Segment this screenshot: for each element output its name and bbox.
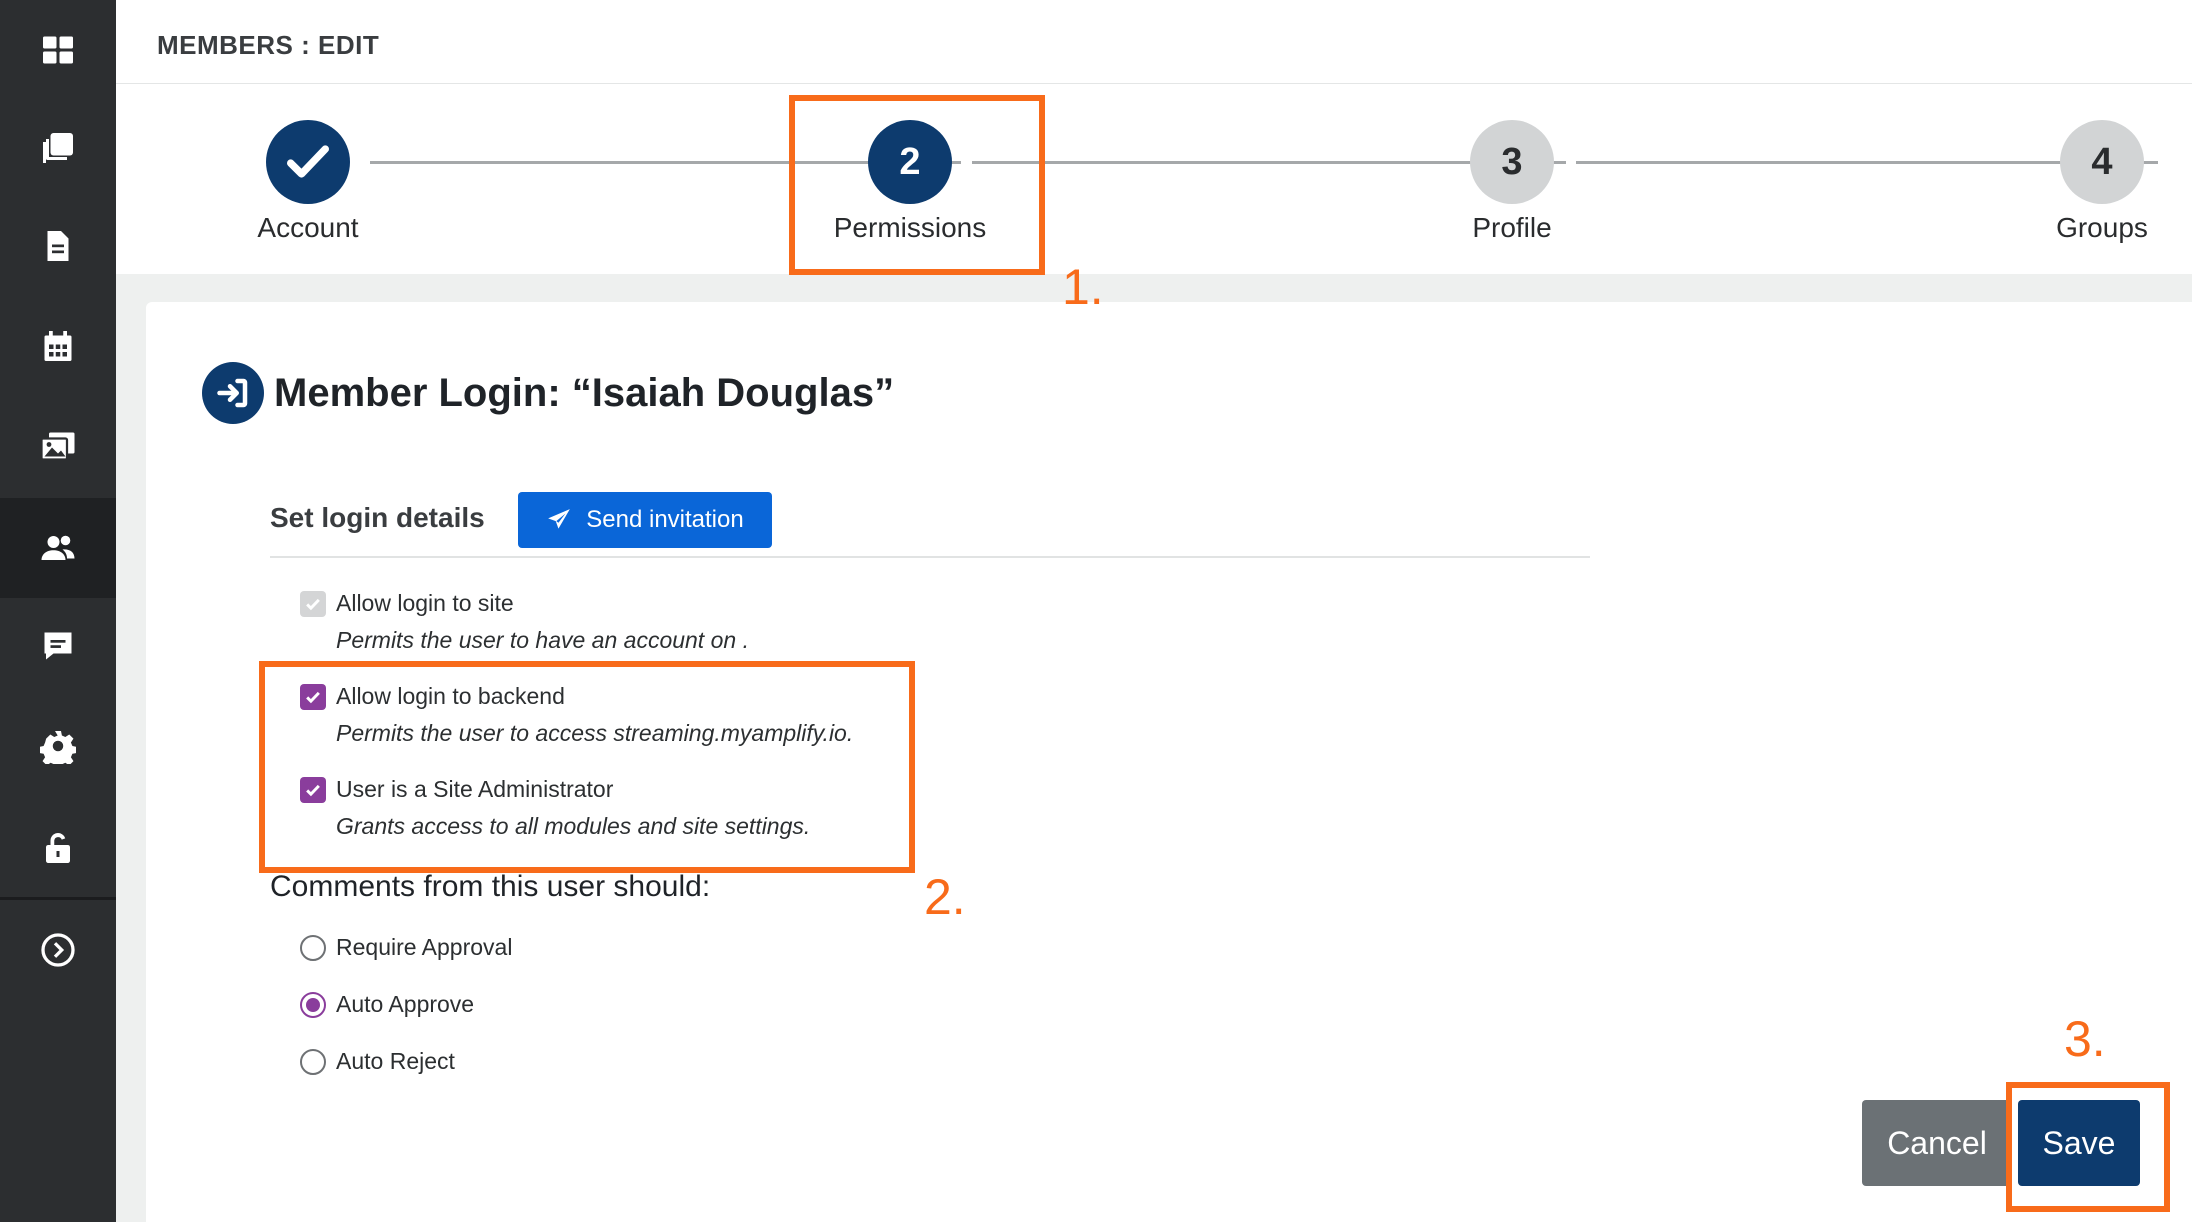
members-icon xyxy=(41,535,75,560)
paper-plane-icon xyxy=(548,509,571,529)
step-label: Profile xyxy=(1472,212,1552,243)
comments-heading: Comments from this user should: xyxy=(270,870,711,903)
annotation-box-permissions-step xyxy=(789,95,1045,275)
checkmark-icon xyxy=(286,145,330,178)
radio-auto-approve[interactable]: Auto Approve xyxy=(300,991,474,1018)
cancel-button[interactable]: Cancel xyxy=(1862,1100,2012,1186)
sidebar-item-calendar[interactable] xyxy=(0,296,116,396)
allow-login-site-checkbox xyxy=(300,590,326,617)
step-label: Account xyxy=(257,212,359,243)
option-label: Allow login to site xyxy=(336,590,514,616)
sidebar-item-documents[interactable] xyxy=(0,196,116,296)
radio-auto-reject[interactable]: Auto Reject xyxy=(300,1048,455,1075)
breadcrumb: MEMBERS : EDIT xyxy=(157,30,380,60)
stepper: Account 2 Permissions 3 Profile 4 Groups xyxy=(116,84,2192,274)
sidebar xyxy=(0,0,116,1222)
sidebar-item-security[interactable] xyxy=(0,798,116,898)
send-invitation-label: Send invitation xyxy=(586,506,744,533)
step-account[interactable]: Account xyxy=(228,120,388,244)
radio-button[interactable] xyxy=(300,1048,326,1075)
radio-label: Auto Reject xyxy=(336,1048,455,1074)
gear-icon xyxy=(40,731,76,764)
login-details-tabs: Set login details Send invitation xyxy=(270,492,1590,558)
sidebar-item-comments[interactable] xyxy=(0,596,116,696)
sidebar-item-expand[interactable] xyxy=(0,900,116,1000)
radio-button[interactable] xyxy=(300,934,326,961)
stacked-pages-icon xyxy=(43,133,73,163)
option-description: Permits the user to have an account on . xyxy=(336,627,749,653)
sidebar-item-settings[interactable] xyxy=(0,696,116,796)
send-invitation-button[interactable]: Send invitation xyxy=(518,492,772,548)
document-icon xyxy=(47,231,69,261)
gallery-icon xyxy=(40,432,75,461)
comments-icon xyxy=(44,632,72,660)
unlock-icon xyxy=(46,833,70,863)
sidebar-item-dashboard[interactable] xyxy=(0,0,116,100)
annotation-label-3: 3. xyxy=(2064,1011,2106,1067)
radio-button[interactable] xyxy=(300,991,326,1018)
tab-set-login-details[interactable]: Set login details xyxy=(270,502,485,534)
step-number: 3 xyxy=(1470,120,1554,204)
login-icon xyxy=(202,362,264,424)
step-groups[interactable]: 4 Groups xyxy=(2022,120,2182,244)
dashboard-icon xyxy=(43,36,73,64)
expand-circle-icon xyxy=(41,933,75,967)
step-label: Groups xyxy=(2056,212,2148,243)
top-bar: MEMBERS : EDIT xyxy=(116,0,2192,84)
annotation-box-save-button xyxy=(2006,1082,2170,1212)
annotation-label-2: 2. xyxy=(924,869,966,925)
radio-require-approval[interactable]: Require Approval xyxy=(300,934,512,961)
annotation-box-permissions-checkboxes xyxy=(259,661,915,873)
card-header: Member Login: “Isaiah Douglas” xyxy=(202,362,894,424)
radio-label: Require Approval xyxy=(336,934,513,960)
page-title: Member Login: “Isaiah Douglas” xyxy=(274,370,895,415)
radio-label: Auto Approve xyxy=(336,991,475,1017)
step-number: 4 xyxy=(2060,120,2144,204)
calendar-icon xyxy=(44,331,72,361)
sidebar-item-pages[interactable] xyxy=(0,98,116,198)
annotation-label-1: 1. xyxy=(1062,259,1104,315)
step-done-badge xyxy=(266,120,350,204)
sidebar-item-members[interactable] xyxy=(0,498,116,598)
sidebar-item-gallery[interactable] xyxy=(0,396,116,496)
step-profile[interactable]: 3 Profile xyxy=(1432,120,1592,244)
option-allow-login-site: Allow login to site Permits the user to … xyxy=(300,590,749,654)
